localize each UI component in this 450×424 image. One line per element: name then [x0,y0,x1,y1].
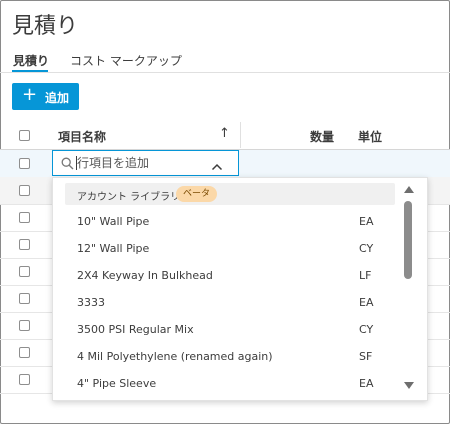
dropdown-item-name: 2X4 Keyway In Bulkhead [77,269,213,282]
active-tab-indicator [12,70,48,72]
dropdown-item[interactable]: 3333 EA [53,290,393,316]
row-checkbox[interactable] [19,239,30,250]
dropdown-item[interactable]: 4 Mil Polyethylene (renamed again) SF [53,344,393,370]
dropdown-item[interactable]: 4" Pipe Sleeve EA [53,371,393,397]
dropdown-item[interactable]: 10" Wall Pipe EA [53,209,393,235]
scroll-down-arrow-icon[interactable] [404,382,414,389]
account-library-header: アカウント ライブラリ ベータ [65,183,395,205]
dropdown-scrollbar[interactable] [401,184,417,396]
add-button[interactable]: + 追加 [12,83,79,110]
add-line-item-input[interactable] [77,154,197,172]
dropdown-item-unit: SF [359,350,373,363]
add-line-item-combobox[interactable] [52,150,239,176]
row-checkbox[interactable] [19,320,30,331]
row-checkbox[interactable] [19,374,30,385]
plus-icon: + [22,84,38,105]
add-button-label: 追加 [45,91,70,105]
account-library-label: アカウント ライブラリ [77,192,181,203]
dropdown-item[interactable]: 3500 PSI Regular Mix CY [53,317,393,343]
dropdown-item-name: 3500 PSI Regular Mix [77,323,194,336]
tab-bar: 見積り コスト マークアップ [0,48,450,73]
dropdown-item-name: 4" Pipe Sleeve [77,377,157,390]
dropdown-item-unit: CY [359,323,374,336]
dropdown-item-unit: EA [359,296,374,309]
search-icon [61,155,74,174]
row-checkbox[interactable] [19,212,30,223]
column-header-name[interactable]: 項目名称 [58,128,106,145]
item-suggestions-dropdown: アカウント ライブラリ ベータ 10" Wall Pipe EA 12" Wal… [52,177,428,401]
dropdown-item-unit: EA [359,377,374,390]
row-checkbox[interactable] [19,266,30,277]
chevron-up-icon[interactable] [211,157,223,176]
select-all-checkbox[interactable] [19,130,30,141]
row-checkbox[interactable] [19,347,30,358]
dropdown-item[interactable]: 12" Wall Pipe CY [53,236,393,262]
dropdown-item-name: 10" Wall Pipe [77,215,150,228]
dropdown-item-unit: CY [359,242,374,255]
beta-badge: ベータ [176,186,218,202]
column-header-quantity[interactable]: 数量 [310,128,334,145]
row-checkbox[interactable] [19,293,30,304]
dropdown-item-name: 12" Wall Pipe [77,242,150,255]
table-header: 項目名称 ↑ 数量 単位 [0,122,450,150]
page-title: 見積り [12,14,79,39]
dropdown-item-name: 4 Mil Polyethylene (renamed again) [77,350,273,363]
dropdown-item-name: 3333 [77,296,105,309]
dropdown-item[interactable]: 2X4 Keyway In Bulkhead LF [53,263,393,289]
scroll-up-arrow-icon[interactable] [404,186,414,193]
column-divider [240,122,241,148]
scrollbar-thumb[interactable] [404,201,412,279]
row-checkbox[interactable] [19,158,30,169]
dropdown-item-unit: EA [359,215,374,228]
column-header-unit[interactable]: 単位 [358,128,382,145]
tab-estimate[interactable]: 見積り [13,52,49,69]
arrow-up-icon[interactable]: ↑ [219,126,230,141]
dropdown-item-unit: LF [359,269,372,282]
tab-cost-markup[interactable]: コスト マークアップ [70,52,182,69]
row-checkbox[interactable] [19,185,30,196]
